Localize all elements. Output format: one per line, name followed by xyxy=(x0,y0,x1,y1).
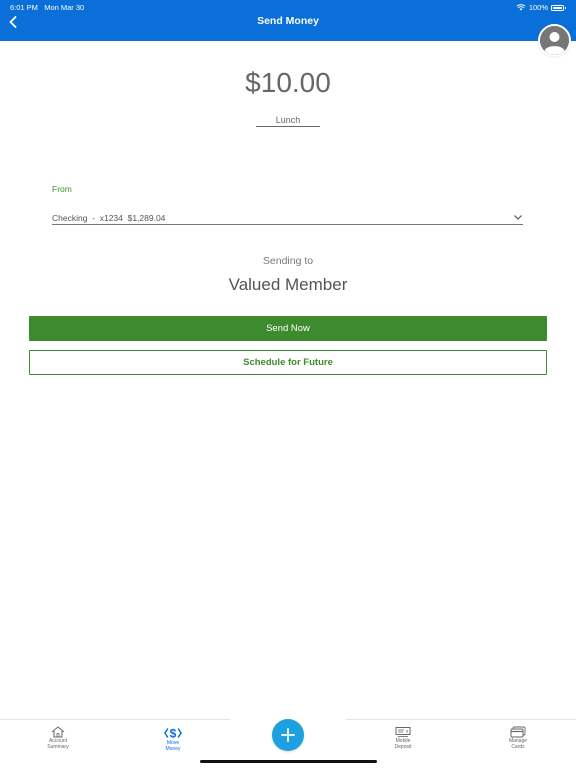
tab-account-summary[interactable]: Account Summary xyxy=(28,726,88,750)
from-label: From xyxy=(52,184,72,194)
user-avatar-button[interactable] xyxy=(538,24,571,57)
tab-label-manage-cards: Manage Cards xyxy=(508,738,528,750)
from-account-select[interactable]: Checking - x1234 $1,289.04 xyxy=(52,211,523,225)
recipient-name: Valued Member xyxy=(228,275,348,294)
status-time: 6:01 PM Mon Mar 30 xyxy=(10,3,85,12)
send-now-button[interactable]: Send Now xyxy=(29,316,547,341)
page-title: Send Money xyxy=(257,15,319,27)
svg-text:$: $ xyxy=(170,727,177,741)
home-icon xyxy=(51,726,65,738)
dollar-transfer-icon: $ xyxy=(164,727,182,741)
app-header: 6:01 PM Mon Mar 30 100% Send Money xyxy=(0,0,576,41)
status-date: Mon Mar 30 xyxy=(44,3,85,12)
home-indicator xyxy=(200,760,377,763)
tab-label-account-summary: Account Summary xyxy=(47,738,69,750)
schedule-for-future-button[interactable]: Schedule for Future xyxy=(29,350,547,375)
chevron-down-icon xyxy=(514,215,522,220)
tab-mobile-deposit[interactable]: $ Mobile Deposit xyxy=(373,726,433,750)
user-avatar-icon xyxy=(540,26,569,55)
tab-manage-cards[interactable]: Manage Cards xyxy=(488,726,548,750)
svg-text:$: $ xyxy=(406,729,409,734)
battery-percent: 100% xyxy=(528,3,548,12)
tab-move-money[interactable]: $ Move Money xyxy=(143,726,203,752)
battery-icon xyxy=(551,4,566,11)
check-deposit-icon: $ xyxy=(395,727,411,737)
tab-label-move-money: Move Money xyxy=(165,740,181,752)
add-action-button[interactable] xyxy=(272,719,304,751)
sending-to-label: Sending to xyxy=(262,255,314,267)
plus-icon xyxy=(281,728,295,742)
from-account-value: Checking - x1234 $1,289.04 xyxy=(52,213,166,223)
status-indicators: 100% xyxy=(516,3,566,12)
card-icon xyxy=(510,726,526,738)
wifi-icon xyxy=(516,4,526,11)
tab-label-mobile-deposit: Mobile Deposit xyxy=(394,738,412,750)
transfer-amount[interactable]: $10.00 xyxy=(0,67,576,99)
memo-field[interactable]: Lunch xyxy=(256,115,320,127)
